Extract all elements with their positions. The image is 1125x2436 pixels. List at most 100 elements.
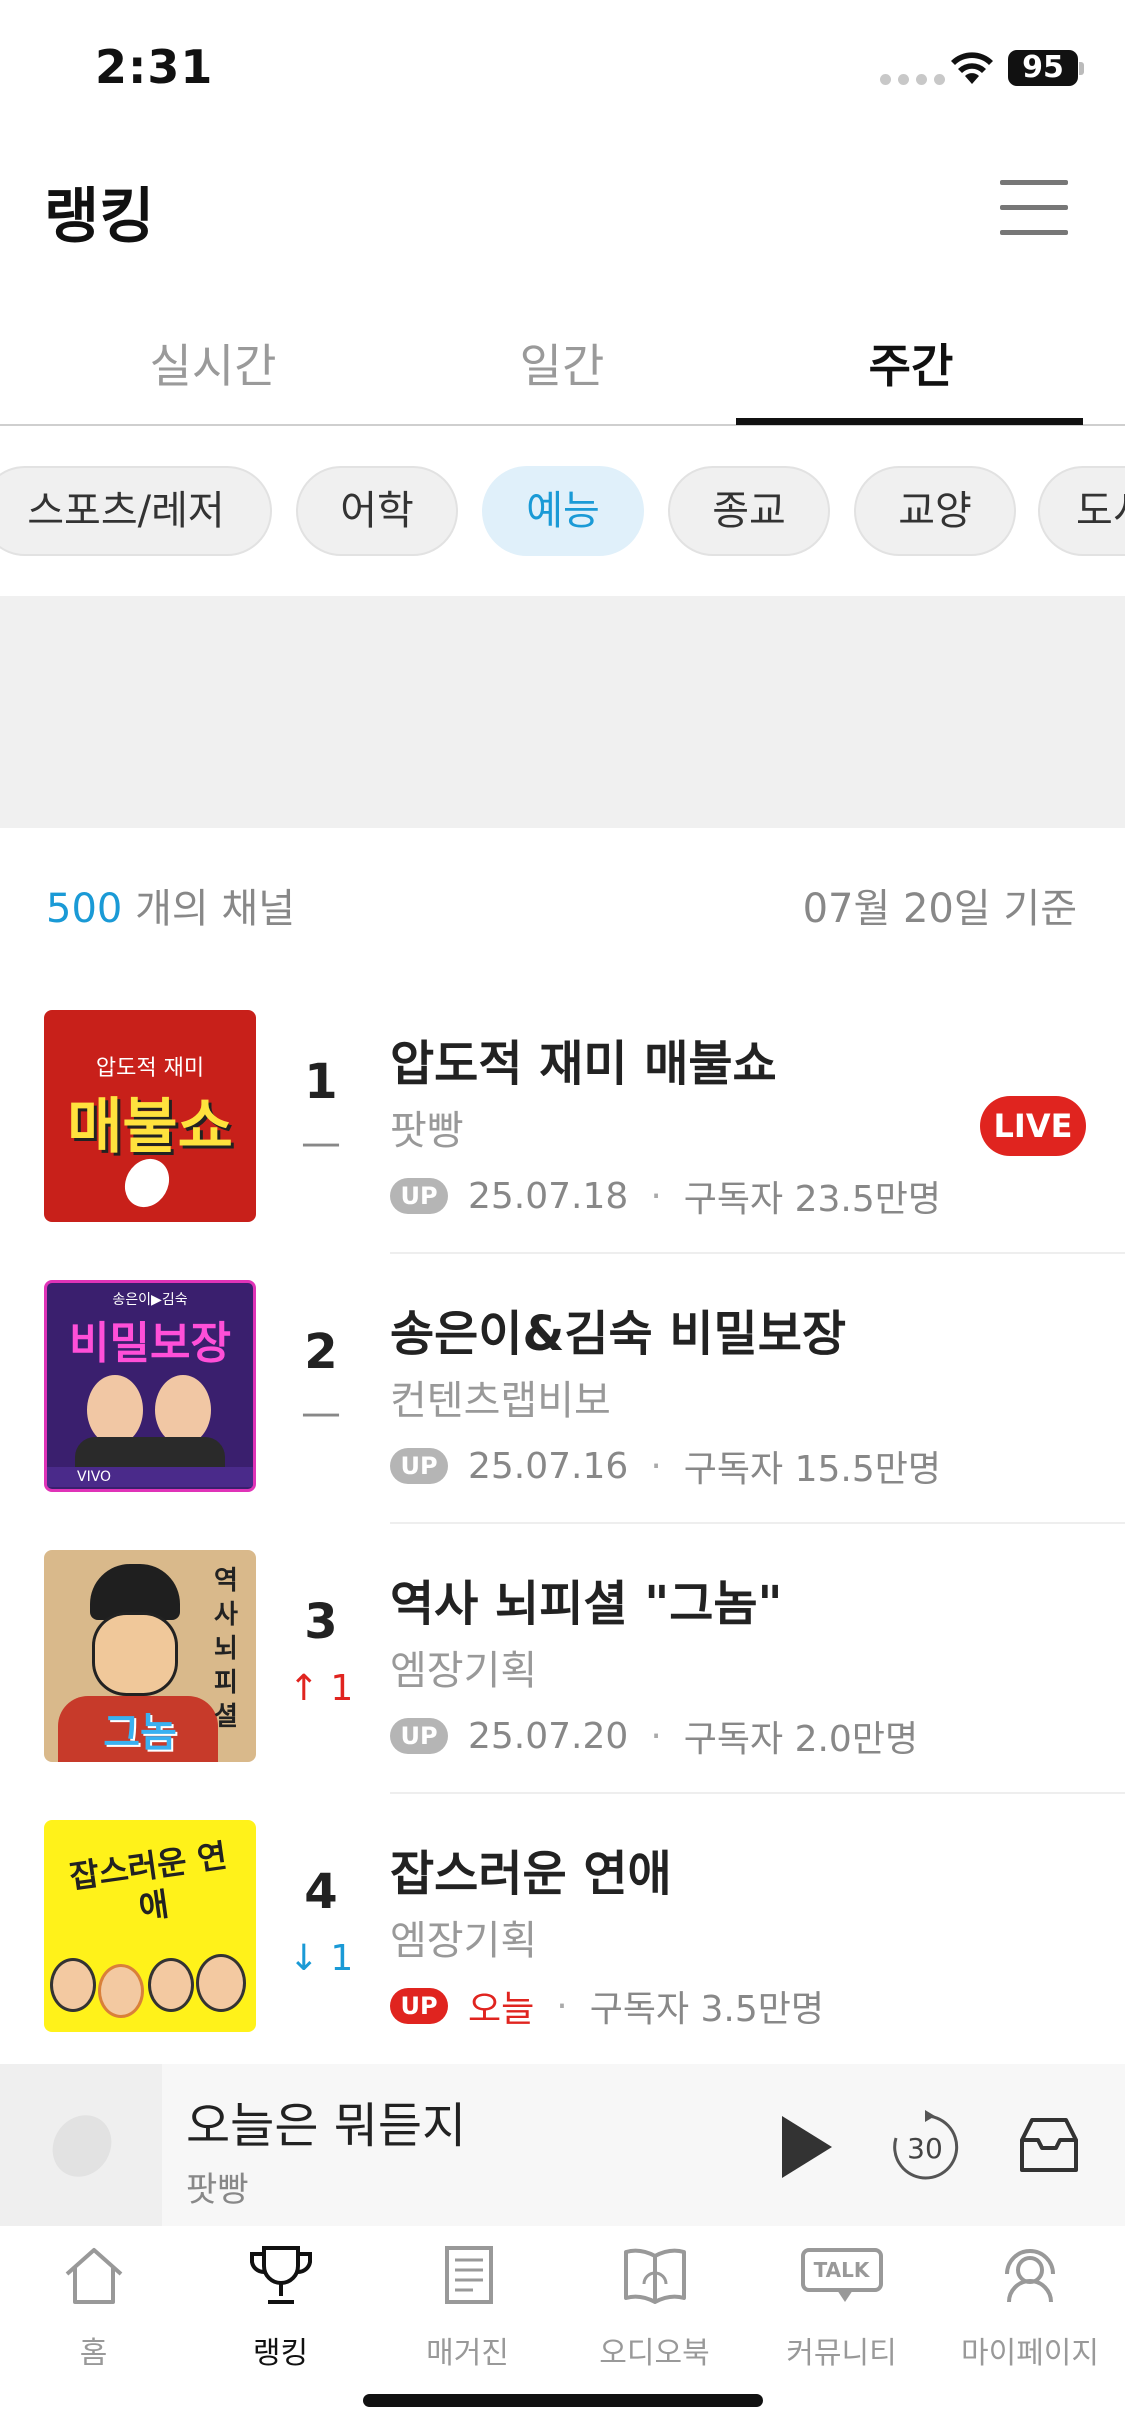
nav-label: 마이페이지 — [961, 2336, 1099, 2371]
thumb-side-text: 역사뇌피셜 — [214, 1566, 238, 1732]
divider — [390, 1792, 1125, 1794]
thumb-logo-text: 그놈 — [103, 1710, 177, 1756]
nav-label: 오디오북 — [599, 2336, 710, 2371]
category-chips: 스포츠/레저 어학 예능 종교 교양 도서 — [0, 466, 1125, 556]
magazine-icon — [444, 2246, 493, 2304]
date-basis: 07월 20일 기준 — [802, 886, 1077, 932]
thumb-logo-text: 비밀보장 — [69, 1318, 231, 1369]
channel-title: 압도적 재미 매불쇼 — [390, 1036, 777, 1092]
thumb-logo-text: 매불쇼 — [67, 1092, 233, 1162]
talk-icon-text: TALK — [800, 2248, 883, 2292]
playlist-box-icon[interactable] — [1016, 2112, 1082, 2178]
face-2 — [98, 1964, 144, 2018]
chip-entertainment[interactable]: 예능 — [482, 466, 644, 556]
status-bar: 2:31 95 — [0, 0, 1125, 140]
nav-ranking[interactable]: 랭킹 — [187, 2240, 374, 2390]
channel-title: 역사 뇌피셜 "그놈" — [390, 1576, 783, 1632]
menu-button[interactable] — [1000, 180, 1068, 236]
live-badge[interactable]: LIVE — [980, 1096, 1086, 1156]
mini-player-info: 오늘은 뭐듣지 팟빵 — [162, 2064, 1125, 2226]
bean-icon — [40, 2103, 124, 2189]
thumb-footer-text: VIVO — [47, 1467, 253, 1487]
skip-30-button[interactable]: 30 — [888, 2110, 962, 2184]
rank-change: ↓ 1 — [288, 1938, 354, 1979]
ranking-item[interactable]: 압도적 재미 매불쇼 1 — 압도적 재미 매불쇼 팟빵 UP 25.07.18… — [0, 1010, 1125, 1280]
nav-label: 랭킹 — [252, 2336, 309, 2371]
up-badge: UP — [390, 1448, 448, 1484]
subscriber-count: 구독자 3.5만명 — [589, 1989, 824, 2030]
channel-creator: 컨텐츠랩비보 — [390, 1378, 611, 1424]
channel-count: 500 개의 채널 — [46, 876, 295, 934]
status-time: 2:31 — [95, 40, 214, 94]
nav-label: 매거진 — [426, 2336, 509, 2371]
nav-community[interactable]: TALK 커뮤니티 — [748, 2240, 935, 2390]
period-tabs: 실시간 일간 주간 — [0, 300, 1125, 426]
page-title: 랭킹 — [44, 182, 155, 252]
tab-realtime[interactable]: 실시간 — [38, 330, 388, 396]
chip-books[interactable]: 도서 — [1038, 466, 1125, 556]
thumbnail: 잡스러운 연애 — [44, 1820, 256, 2032]
nav-mypage[interactable]: 마이페이지 — [935, 2240, 1125, 2390]
mini-player-title: 오늘은 뭐듣지 — [186, 2098, 467, 2154]
ranking-item[interactable]: 잡스러운 연애 4 ↓ 1 잡스러운 연애 엠장기획 UP 오늘 · 구독자 3… — [0, 1820, 1125, 2090]
chip-religion[interactable]: 종교 — [668, 466, 830, 556]
rank-number: 2 — [304, 1324, 338, 1380]
channel-title: 송은이&김숙 비밀보장 — [390, 1306, 847, 1362]
skip-label: 30 — [907, 2132, 943, 2165]
channel-creator: 팟빵 — [390, 1108, 464, 1154]
tab-daily[interactable]: 일간 — [387, 330, 737, 396]
channel-meta: UP 25.07.20 · 구독자 2.0만명 — [390, 1710, 918, 1762]
talk-bubble-tail — [836, 2290, 853, 2302]
rank-change: ↑ 1 — [288, 1668, 354, 1709]
subscriber-count: 구독자 2.0만명 — [683, 1719, 919, 1760]
rank-number: 1 — [304, 1054, 338, 1110]
chip-sports[interactable]: 스포츠/레저 — [0, 466, 272, 556]
headphones-person-icon — [1005, 2249, 1055, 2303]
home-icon — [65, 2248, 122, 2304]
thumb-caption: 송은이▶김숙 — [112, 1292, 188, 1308]
mini-player-subtitle: 팟빵 — [186, 2170, 249, 2210]
channel-meta: UP 25.07.18 · 구독자 23.5만명 — [390, 1170, 941, 1222]
mini-player-artwork — [0, 2064, 162, 2226]
wifi-icon — [951, 52, 993, 84]
channel-count-label: 개의 채널 — [135, 886, 295, 932]
update-date: 25.07.16 — [468, 1445, 629, 1487]
subscriber-count: 구독자 23.5만명 — [683, 1179, 941, 1220]
update-date: 25.07.18 — [468, 1175, 629, 1217]
face-shape — [92, 1612, 178, 1696]
signal-icon — [880, 74, 945, 85]
tab-indicator — [736, 418, 1083, 425]
rank-change: — — [301, 1120, 341, 1166]
nav-label: 커뮤니티 — [786, 2336, 897, 2371]
channel-creator: 엠장기획 — [390, 1918, 538, 1964]
nav-audiobook[interactable]: 오디오북 — [561, 2240, 748, 2390]
banner-area — [0, 596, 1125, 828]
channel-title: 잡스러운 연애 — [390, 1846, 672, 1902]
divider — [390, 1522, 1125, 1524]
thumb-logo-text: 잡스러운 연애 — [67, 1836, 230, 1927]
chip-language[interactable]: 어학 — [296, 466, 458, 556]
face-1 — [50, 1958, 96, 2012]
mini-player[interactable]: 오늘은 뭐듣지 팟빵 30 — [0, 2064, 1125, 2226]
talk-icon: TALK — [800, 2240, 883, 2310]
thumbnail: 압도적 재미 매불쇼 — [44, 1010, 256, 1222]
trophy-icon — [249, 2246, 312, 2304]
up-badge: UP — [390, 1178, 448, 1214]
play-icon[interactable] — [770, 2112, 840, 2182]
tab-weekly[interactable]: 주간 — [736, 330, 1086, 396]
nav-label: 홈 — [79, 2336, 108, 2371]
chip-culture[interactable]: 교양 — [854, 466, 1016, 556]
nav-magazine[interactable]: 매거진 — [374, 2240, 561, 2390]
subscriber-count: 구독자 15.5만명 — [683, 1449, 941, 1490]
thumbnail: 송은이▶김숙 비밀보장 VIVO — [44, 1280, 256, 1492]
up-badge: UP — [390, 1718, 448, 1754]
ranking-item[interactable]: 역사뇌피셜 그놈 3 ↑ 1 역사 뇌피셜 "그놈" 엠장기획 UP 25.07… — [0, 1550, 1125, 1820]
up-badge: UP — [390, 1988, 448, 2024]
rank-change: — — [301, 1390, 341, 1436]
face-3 — [148, 1958, 194, 2012]
ranking-item[interactable]: 송은이▶김숙 비밀보장 VIVO 2 — 송은이&김숙 비밀보장 컨텐츠랩비보 … — [0, 1280, 1125, 1550]
rank-number: 4 — [304, 1864, 338, 1920]
home-indicator — [363, 2394, 763, 2407]
nav-home[interactable]: 홈 — [0, 2240, 187, 2390]
battery-nub — [1079, 62, 1084, 75]
